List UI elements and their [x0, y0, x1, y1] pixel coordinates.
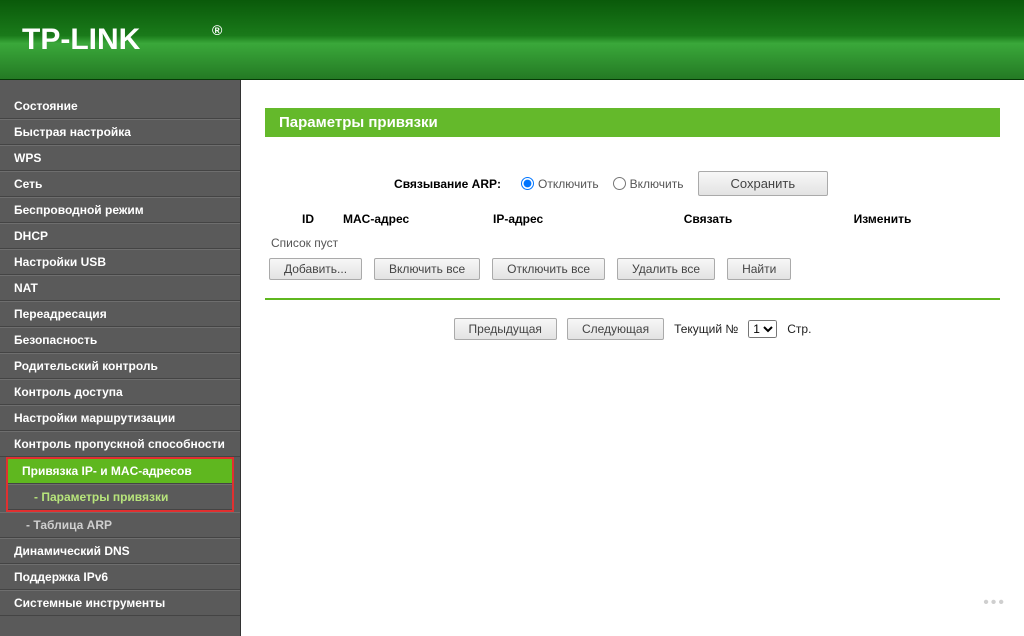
- save-button[interactable]: Сохранить: [698, 171, 829, 196]
- enable-all-button[interactable]: Включить все: [374, 258, 480, 280]
- arp-enable-radio[interactable]: Включить: [613, 177, 684, 191]
- svg-text:®: ®: [212, 22, 223, 38]
- find-button[interactable]: Найти: [727, 258, 791, 280]
- next-page-button[interactable]: Следующая: [567, 318, 664, 340]
- sidebar-item-bandwidth-control[interactable]: Контроль пропускной способности: [0, 431, 240, 457]
- brand-logo: TP-LINK ®: [22, 21, 232, 59]
- col-id: ID: [273, 212, 343, 226]
- disable-all-button[interactable]: Отключить все: [492, 258, 605, 280]
- prev-page-button[interactable]: Предыдущая: [454, 318, 557, 340]
- col-modify: Изменить: [773, 212, 992, 226]
- resize-grip-icon: •••: [983, 594, 1006, 612]
- arp-disable-text: Отключить: [538, 177, 599, 191]
- sidebar-item-usb-settings[interactable]: Настройки USB: [0, 249, 240, 275]
- sidebar-nav: Состояние Быстрая настройка WPS Сеть Бес…: [0, 80, 240, 636]
- arp-disable-radio[interactable]: Отключить: [521, 177, 599, 191]
- sidebar-item-wireless[interactable]: Беспроводной режим: [0, 197, 240, 223]
- sidebar-item-ip-mac-binding[interactable]: Привязка IP- и MAC-адресов: [8, 459, 232, 484]
- arp-binding-label: Связывание ARP:: [271, 177, 501, 191]
- sidebar-item-network[interactable]: Сеть: [0, 171, 240, 197]
- add-button[interactable]: Добавить...: [269, 258, 362, 280]
- col-bind: Связать: [643, 212, 773, 226]
- sidebar-item-security[interactable]: Безопасность: [0, 327, 240, 353]
- app-header: TP-LINK ®: [0, 0, 1024, 80]
- page-suffix: Стр.: [787, 322, 811, 336]
- sidebar-item-parental-control[interactable]: Родительский контроль: [0, 353, 240, 379]
- page-title: Параметры привязки: [265, 108, 1000, 137]
- arp-enable-text: Включить: [630, 177, 684, 191]
- sidebar-item-ipv6[interactable]: Поддержка IPv6: [0, 564, 240, 590]
- sidebar-sub-arp-table[interactable]: - Таблица ARP: [0, 512, 240, 538]
- sidebar-item-routing-settings[interactable]: Настройки маршрутизации: [0, 405, 240, 431]
- delete-all-button[interactable]: Удалить все: [617, 258, 715, 280]
- svg-text:TP-LINK: TP-LINK: [22, 23, 141, 56]
- empty-list-text: Список пуст: [265, 234, 1000, 258]
- current-page-label: Текущий №: [674, 322, 738, 336]
- sidebar-item-system-tools[interactable]: Системные инструменты: [0, 590, 240, 616]
- arp-disable-input[interactable]: [521, 177, 534, 190]
- sidebar-item-quick-setup[interactable]: Быстрая настройка: [0, 119, 240, 145]
- table-header: ID MAC-адрес IP-адрес Связать Изменить: [265, 206, 1000, 234]
- pager: Предыдущая Следующая Текущий № 1 Стр.: [265, 300, 1000, 358]
- sidebar-item-nat[interactable]: NAT: [0, 275, 240, 301]
- sidebar-item-forwarding[interactable]: Переадресация: [0, 301, 240, 327]
- col-mac: MAC-адрес: [343, 212, 493, 226]
- action-button-row: Добавить... Включить все Отключить все У…: [265, 258, 1000, 294]
- sidebar-sub-binding-settings[interactable]: - Параметры привязки: [8, 484, 232, 510]
- sidebar-item-dhcp[interactable]: DHCP: [0, 223, 240, 249]
- sidebar-item-ddns[interactable]: Динамический DNS: [0, 538, 240, 564]
- highlight-frame: Привязка IP- и MAC-адресов - Параметры п…: [6, 457, 234, 512]
- sidebar-item-wps[interactable]: WPS: [0, 145, 240, 171]
- col-ip: IP-адрес: [493, 212, 643, 226]
- page-select[interactable]: 1: [748, 320, 777, 338]
- sidebar-item-access-control[interactable]: Контроль доступа: [0, 379, 240, 405]
- content-panel: Параметры привязки Связывание ARP: Отклю…: [240, 80, 1024, 636]
- sidebar-item-status[interactable]: Состояние: [0, 94, 240, 119]
- arp-enable-input[interactable]: [613, 177, 626, 190]
